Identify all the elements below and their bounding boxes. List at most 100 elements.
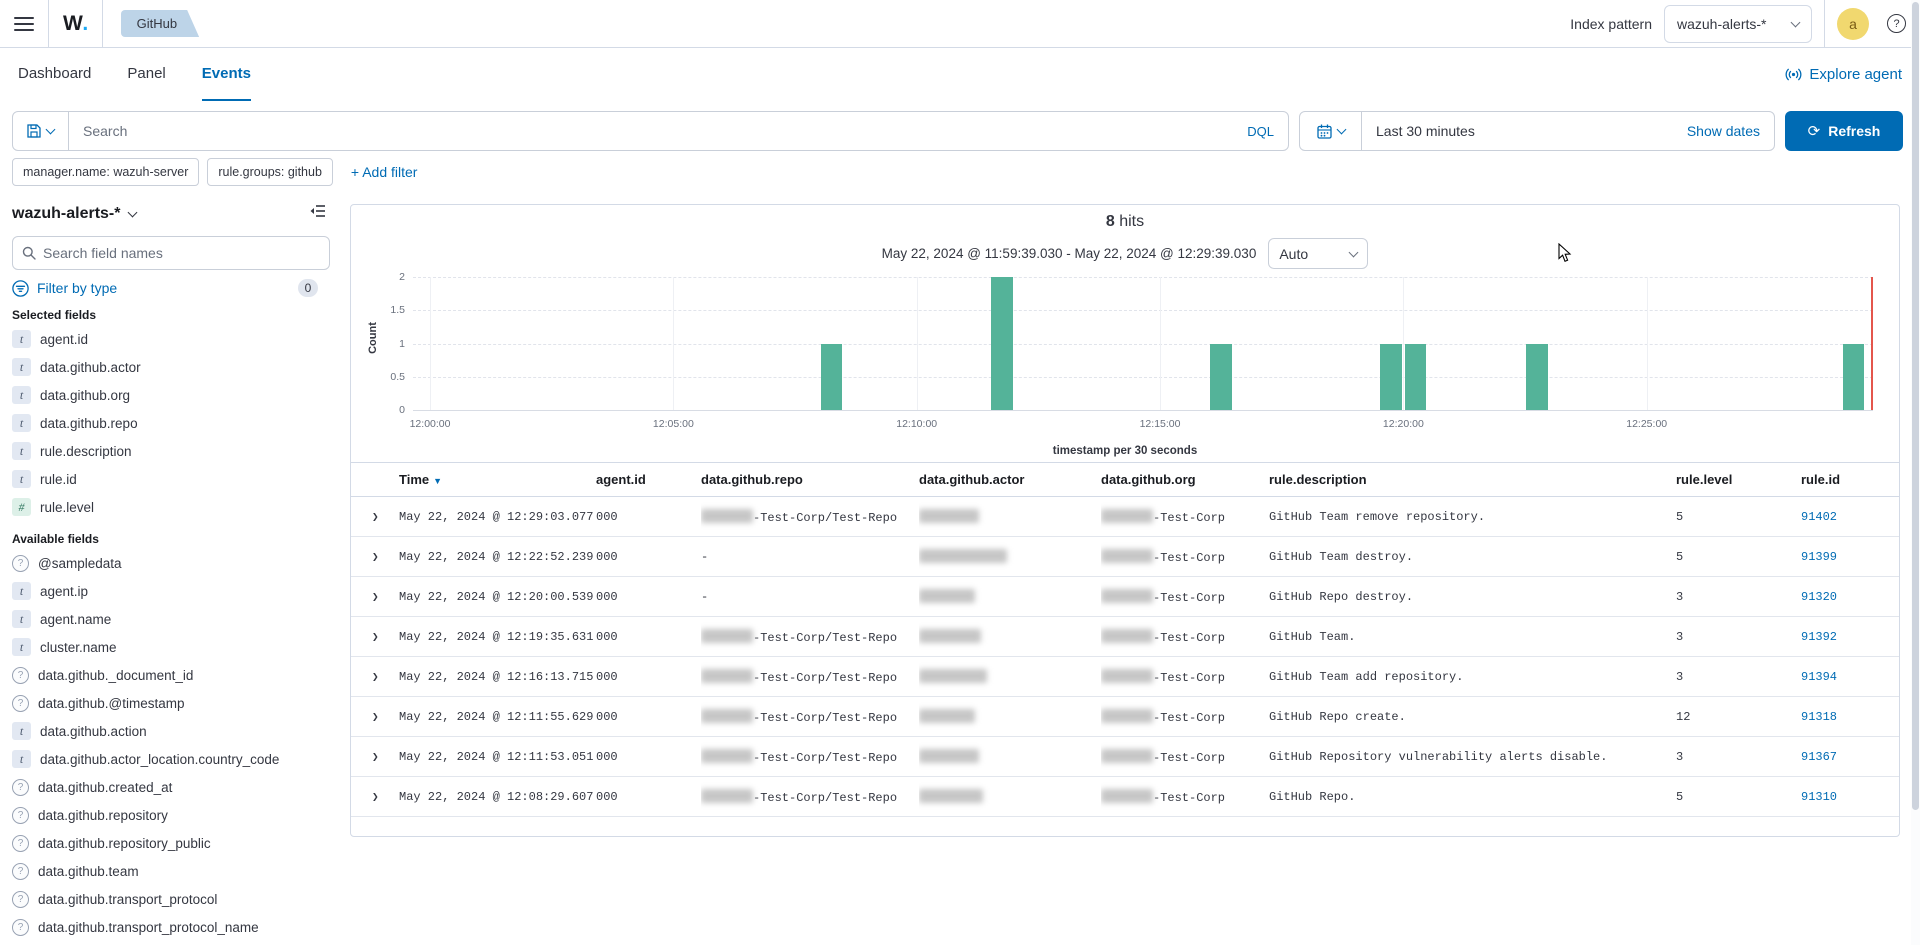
field-item[interactable]: trule.description <box>12 437 330 465</box>
field-item[interactable]: tagent.id <box>12 325 330 353</box>
explore-agent-link[interactable]: Explore agent <box>1785 48 1902 101</box>
menu-icon[interactable] <box>14 17 34 31</box>
collapse-sidebar-icon[interactable] <box>310 204 326 223</box>
histogram-bar[interactable] <box>1210 344 1231 411</box>
field-item[interactable]: ?data.github.team <box>12 857 330 885</box>
rule-id-link[interactable]: 91399 <box>1801 550 1837 564</box>
rule-id-link[interactable]: 91394 <box>1801 670 1837 684</box>
rule-id-link[interactable]: 91318 <box>1801 710 1837 724</box>
tab-events[interactable]: Events <box>202 48 251 101</box>
rule-id-link[interactable]: 91392 <box>1801 630 1837 644</box>
chart-plot-area[interactable]: 00.511.5212:00:0012:05:0012:10:0012:15:0… <box>413 277 1873 410</box>
avatar[interactable]: a <box>1837 8 1869 40</box>
field-item[interactable]: tagent.name <box>12 605 330 633</box>
wazuh-logo[interactable]: W. <box>63 12 88 36</box>
field-search-input[interactable] <box>43 245 320 261</box>
cell-repo: -Test-Corp/Test-Repo <box>701 777 919 817</box>
histogram-bar[interactable] <box>1843 344 1864 411</box>
breadcrumb[interactable]: GitHub <box>121 10 199 37</box>
field-name: data.github.org <box>40 388 130 403</box>
column-header-rule-id[interactable]: rule.id <box>1801 463 1899 497</box>
field-item[interactable]: ?data.github._document_id <box>12 661 330 689</box>
column-header-data-github-actor[interactable]: data.github.actor <box>919 463 1101 497</box>
field-item[interactable]: tagent.ip <box>12 577 330 605</box>
expand-row-icon[interactable]: ❯ <box>351 510 399 524</box>
field-item[interactable]: #rule.level <box>12 493 330 521</box>
unknown-field-icon: ? <box>12 891 29 908</box>
rule-id-link[interactable]: 91320 <box>1801 590 1837 604</box>
expand-row-icon[interactable]: ❯ <box>351 750 399 764</box>
field-item[interactable]: ?data.github.@timestamp <box>12 689 330 717</box>
help-icon[interactable]: ? <box>1887 14 1906 33</box>
field-item[interactable]: tdata.github.repo <box>12 409 330 437</box>
column-header-agent-id[interactable]: agent.id <box>596 463 701 497</box>
filter-icon <box>12 280 29 297</box>
search-box: DQL <box>12 111 1289 151</box>
sidebar-index-pattern[interactable]: wazuh-alerts-* <box>12 205 136 223</box>
field-item[interactable]: tdata.github.org <box>12 381 330 409</box>
expand-row-icon[interactable]: ❯ <box>351 710 399 724</box>
field-item[interactable]: ?data.github.transport_protocol_name <box>12 913 330 941</box>
column-header-rule-description[interactable]: rule.description <box>1269 463 1676 497</box>
add-filter-link[interactable]: + Add filter <box>351 164 418 180</box>
dql-toggle[interactable]: DQL <box>1233 124 1288 139</box>
saved-queries-button[interactable] <box>13 112 69 150</box>
cell-actor <box>919 777 1101 817</box>
expand-row-icon[interactable]: ❯ <box>351 630 399 644</box>
refresh-button[interactable]: ⟳ Refresh <box>1785 111 1903 151</box>
field-item[interactable]: tdata.github.actor_location.country_code <box>12 745 330 773</box>
cell-rule-level: 3 <box>1676 577 1801 617</box>
sort-desc-icon[interactable]: ▼ <box>433 476 442 486</box>
expand-row-icon[interactable]: ❯ <box>351 590 399 604</box>
field-item[interactable]: tdata.github.actor <box>12 353 330 381</box>
expand-row-icon[interactable]: ❯ <box>351 550 399 564</box>
expand-row-icon[interactable]: ❯ <box>351 670 399 684</box>
tab-dashboard[interactable]: Dashboard <box>18 48 91 101</box>
field-item[interactable]: trule.id <box>12 465 330 493</box>
cell-agent-id: 000 <box>596 697 701 737</box>
string-field-icon: t <box>12 722 31 740</box>
tab-bar: Dashboard Panel Events Explore agent <box>0 48 1920 101</box>
field-name: rule.id <box>40 472 77 487</box>
filter-pill[interactable]: rule.groups: github <box>207 158 333 186</box>
field-item[interactable]: ?data.github.transport_protocol <box>12 885 330 913</box>
filter-pill[interactable]: manager.name: wazuh-server <box>12 158 199 186</box>
redacted-value <box>701 709 753 723</box>
rule-id-link[interactable]: 91402 <box>1801 510 1837 524</box>
rule-id-link[interactable]: 91310 <box>1801 790 1837 804</box>
field-item[interactable]: ?data.github.repository <box>12 801 330 829</box>
field-item[interactable]: tcluster.name <box>12 633 330 661</box>
field-item[interactable]: ?data.github.created_at <box>12 773 330 801</box>
histogram-bar[interactable] <box>1380 344 1401 411</box>
cell-agent-id: 000 <box>596 537 701 577</box>
date-range-label: May 22, 2024 @ 11:59:39.030 - May 22, 20… <box>882 246 1257 261</box>
rule-id-link[interactable]: 91367 <box>1801 750 1837 764</box>
histogram-bar[interactable] <box>991 277 1012 410</box>
histogram-bar[interactable] <box>1405 344 1426 411</box>
expand-row-icon[interactable]: ❯ <box>351 790 399 804</box>
filter-by-type-link[interactable]: Filter by type <box>37 280 117 296</box>
show-dates-link[interactable]: Show dates <box>1687 123 1774 139</box>
grid-line <box>430 277 431 410</box>
field-item[interactable]: ?data.github.repository_public <box>12 829 330 857</box>
index-pattern-select[interactable]: wazuh-alerts-* <box>1664 5 1812 43</box>
page-scrollbar[interactable] <box>1911 0 1920 945</box>
cell-time: May 22, 2024 @ 12:11:55.629 <box>399 697 596 737</box>
tab-panel[interactable]: Panel <box>127 48 165 101</box>
column-header-time[interactable]: Time▼ <box>399 463 596 497</box>
interval-select[interactable]: Auto <box>1268 238 1368 269</box>
field-item[interactable]: ?@sampledata <box>12 549 330 577</box>
column-header-rule-level[interactable]: rule.level <box>1676 463 1801 497</box>
time-range-value[interactable]: Last 30 minutes <box>1362 123 1475 139</box>
antenna-icon <box>1785 67 1802 82</box>
column-header-data-github-repo[interactable]: data.github.repo <box>701 463 919 497</box>
index-pattern-label: Index pattern <box>1570 16 1652 32</box>
field-item[interactable]: tdata.github.action <box>12 717 330 745</box>
cell-repo: -Test-Corp/Test-Repo <box>701 617 919 657</box>
search-input[interactable] <box>69 123 1233 139</box>
cell-rule-id: 91310 <box>1801 777 1899 817</box>
calendar-button[interactable] <box>1300 112 1362 150</box>
histogram-bar[interactable] <box>821 344 842 411</box>
column-header-data-github-org[interactable]: data.github.org <box>1101 463 1269 497</box>
histogram-bar[interactable] <box>1526 344 1547 411</box>
